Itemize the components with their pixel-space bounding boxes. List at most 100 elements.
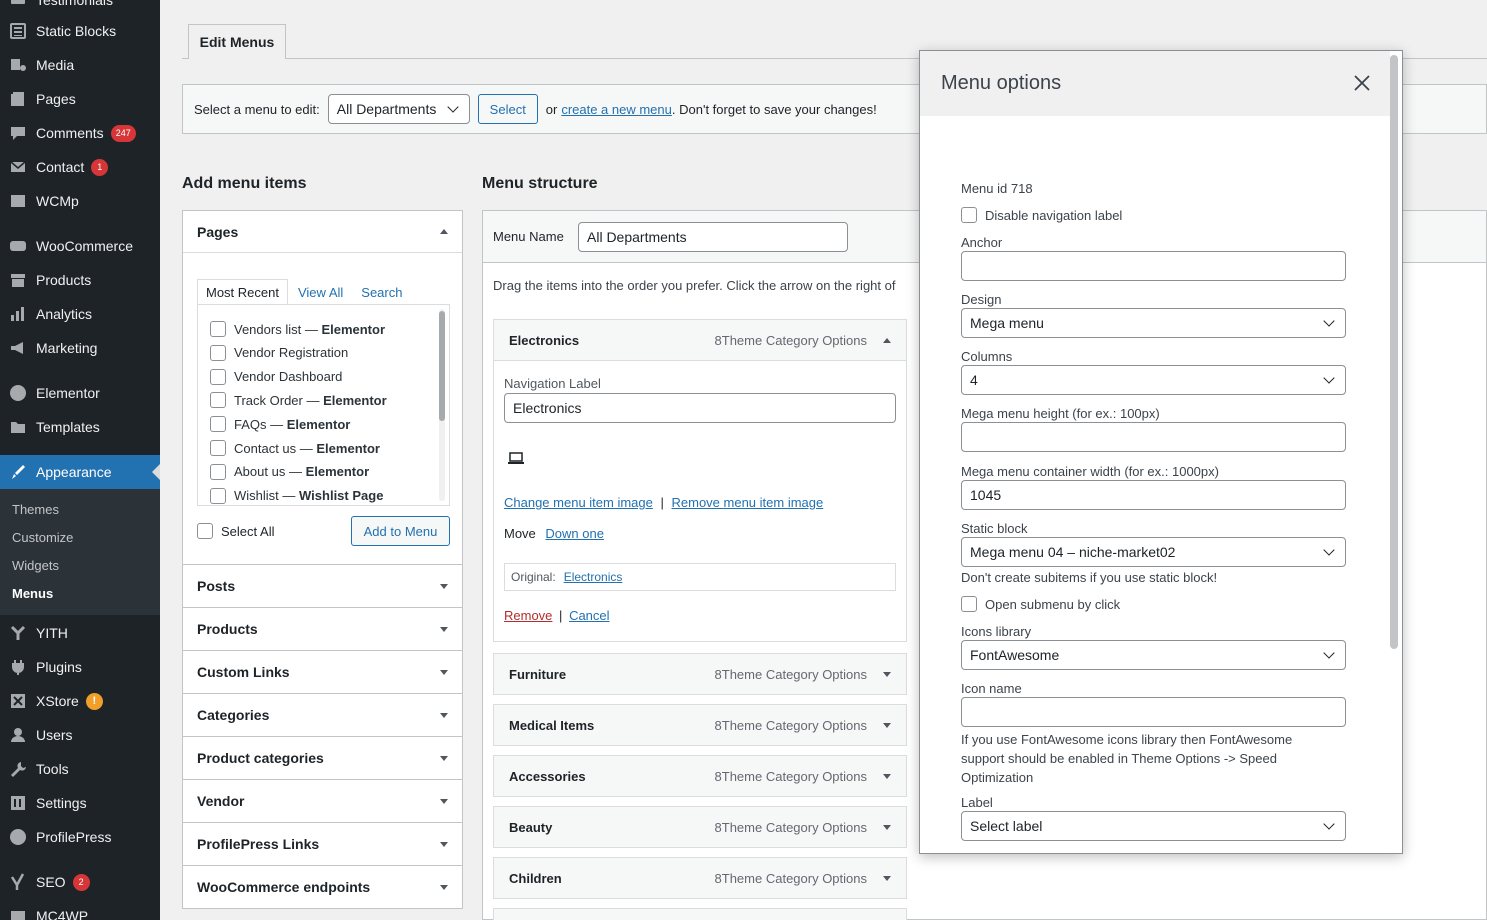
open-submenu-row[interactable]: Open submenu by click <box>961 596 1120 612</box>
disable-nav-checkbox[interactable] <box>961 207 977 223</box>
menu-item-children[interactable]: Children 8Theme Category Options <box>493 857 907 899</box>
sidebar-item-settings[interactable]: Settings <box>0 786 160 820</box>
add-to-menu-button[interactable]: Add to Menu <box>351 516 450 546</box>
sidebar-item-contact[interactable]: Contact 1 <box>0 150 160 184</box>
nav-label-input[interactable]: Electronics <box>504 393 896 423</box>
sidebar-item-products[interactable]: Products <box>0 263 160 297</box>
submenu-widgets[interactable]: Widgets <box>12 558 59 573</box>
cancel-link[interactable]: Cancel <box>569 608 609 623</box>
page-checkbox[interactable] <box>210 344 226 361</box>
sidebar-item-plugins[interactable]: Plugins <box>0 650 160 684</box>
page-list-item[interactable]: FAQs — Elementor <box>210 416 350 433</box>
caret-down-icon[interactable] <box>883 875 891 881</box>
page-list-item[interactable]: Vendors list — Elementor <box>210 321 385 337</box>
menu-item-partial[interactable] <box>493 908 907 920</box>
tab-most-recent[interactable]: Most Recent <box>197 279 288 305</box>
panel-woocommerce-endpoints[interactable]: WooCommerce endpoints <box>182 865 463 909</box>
anchor-input[interactable] <box>961 251 1346 281</box>
page-checkbox[interactable] <box>210 321 226 337</box>
change-image-link[interactable]: Change menu item image <box>504 495 653 510</box>
panel-categories[interactable]: Categories <box>182 693 463 737</box>
sidebar-item-woocommerce[interactable]: WooCommerce <box>0 229 160 263</box>
sidebar-item-analytics[interactable]: Analytics <box>0 297 160 331</box>
remove-link[interactable]: Remove <box>504 608 552 623</box>
move-down-link[interactable]: Down one <box>545 526 604 541</box>
caret-up-icon[interactable] <box>883 337 891 343</box>
sidebar-item-static-blocks[interactable]: Static Blocks <box>0 14 160 48</box>
open-submenu-checkbox[interactable] <box>961 596 977 612</box>
panel-product-categories[interactable]: Product categories <box>182 736 463 780</box>
submenu-customize[interactable]: Customize <box>12 530 73 545</box>
close-icon[interactable] <box>1352 73 1372 93</box>
sidebar-item-users[interactable]: Users <box>0 718 160 752</box>
menu-item-furniture[interactable]: Furniture 8Theme Category Options <box>493 653 907 695</box>
columns-select[interactable]: 4 <box>961 365 1346 395</box>
sidebar-item-appearance[interactable]: Appearance <box>0 455 160 489</box>
sidebar-item-wcmp[interactable]: WCMp <box>0 184 160 218</box>
scrollbar-thumb[interactable] <box>439 311 445 421</box>
label-select[interactable]: Select label <box>961 811 1346 841</box>
sidebar-item-yith[interactable]: YITH <box>0 616 160 650</box>
height-input[interactable] <box>961 422 1346 452</box>
caret-down-icon[interactable] <box>883 773 891 779</box>
static-block-select[interactable]: Mega menu 04 – niche-market02 <box>961 537 1346 567</box>
submenu-menus[interactable]: Menus <box>12 586 53 601</box>
width-input[interactable]: 1045 <box>961 480 1346 510</box>
panel-posts[interactable]: Posts <box>182 564 463 608</box>
menu-item-title: Accessories <box>509 768 586 784</box>
create-menu-link[interactable]: create a new menu <box>561 102 672 117</box>
menu-item-beauty[interactable]: Beauty 8Theme Category Options <box>493 806 907 848</box>
menu-select[interactable]: All Departments <box>327 94 470 124</box>
tab-search[interactable]: Search <box>353 279 410 305</box>
sidebar-item-mc4wp[interactable]: MC4WP <box>0 899 160 920</box>
select-all-row[interactable]: Select All <box>197 523 274 539</box>
modal-scrollbar[interactable] <box>1390 55 1398 649</box>
sidebar-item-marketing[interactable]: Marketing <box>0 331 160 365</box>
page-list-item[interactable]: Contact us — Elementor <box>210 440 380 456</box>
panel-products[interactable]: Products <box>182 607 463 651</box>
page-checkbox[interactable] <box>210 368 226 385</box>
menu-name-input[interactable]: All Departments <box>578 222 848 252</box>
panel-profilepress-links[interactable]: ProfilePress Links <box>182 822 463 866</box>
icon-name-input[interactable] <box>961 697 1346 727</box>
page-list-item[interactable]: Wishlist — Wishlist Page <box>210 487 383 504</box>
caret-down-icon[interactable] <box>883 671 891 677</box>
caret-down-icon[interactable] <box>883 722 891 728</box>
page-list-item[interactable]: Track Order — Elementor <box>210 392 387 409</box>
tab-edit-menus[interactable]: Edit Menus <box>188 24 286 59</box>
pages-panel-header[interactable]: Pages <box>183 211 462 253</box>
page-checkbox[interactable] <box>210 487 226 504</box>
tab-view-all[interactable]: View All <box>290 279 351 305</box>
sidebar-item-templates[interactable]: Templates <box>0 410 160 444</box>
select-all-checkbox[interactable] <box>197 523 213 539</box>
sidebar-item-profilepress[interactable]: ProfilePress <box>0 820 160 854</box>
original-link[interactable]: Electronics <box>564 570 623 584</box>
menu-item-accessories[interactable]: Accessories 8Theme Category Options <box>493 755 907 797</box>
page-checkbox[interactable] <box>210 392 226 409</box>
panel-custom-links[interactable]: Custom Links <box>182 650 463 694</box>
page-list-item[interactable]: Vendor Dashboard <box>210 368 342 385</box>
sidebar-item-comments[interactable]: Comments 247 <box>0 116 160 150</box>
remove-image-link[interactable]: Remove menu item image <box>672 495 824 510</box>
media-icon <box>0 56 36 74</box>
page-checkbox[interactable] <box>210 440 226 456</box>
page-list-item[interactable]: About us — Elementor <box>210 463 369 480</box>
menu-item-medical-items[interactable]: Medical Items 8Theme Category Options <box>493 704 907 746</box>
panel-vendor[interactable]: Vendor <box>182 779 463 823</box>
design-select[interactable]: Mega menu <box>961 308 1346 338</box>
page-checkbox[interactable] <box>210 463 226 480</box>
sidebar-item-elementor[interactable]: Elementor <box>0 376 160 410</box>
sidebar-item-media[interactable]: Media <box>0 48 160 82</box>
sidebar-item-seo[interactable]: SEO 2 <box>0 865 160 899</box>
sidebar-item-xstore[interactable]: XStore! <box>0 684 160 718</box>
page-checkbox[interactable] <box>210 416 226 433</box>
icons-library-select[interactable]: FontAwesome <box>961 640 1346 670</box>
sidebar-item-pages[interactable]: Pages <box>0 82 160 116</box>
disable-nav-row[interactable]: Disable navigation label <box>961 207 1122 223</box>
select-button[interactable]: Select <box>477 94 538 124</box>
submenu-themes[interactable]: Themes <box>12 502 59 517</box>
caret-down-icon[interactable] <box>883 824 891 830</box>
sidebar-item-tools[interactable]: Tools <box>0 752 160 786</box>
menu-item-header[interactable]: Electronics 8Theme Category Options <box>494 320 906 361</box>
page-list-item[interactable]: Vendor Registration <box>210 344 348 361</box>
